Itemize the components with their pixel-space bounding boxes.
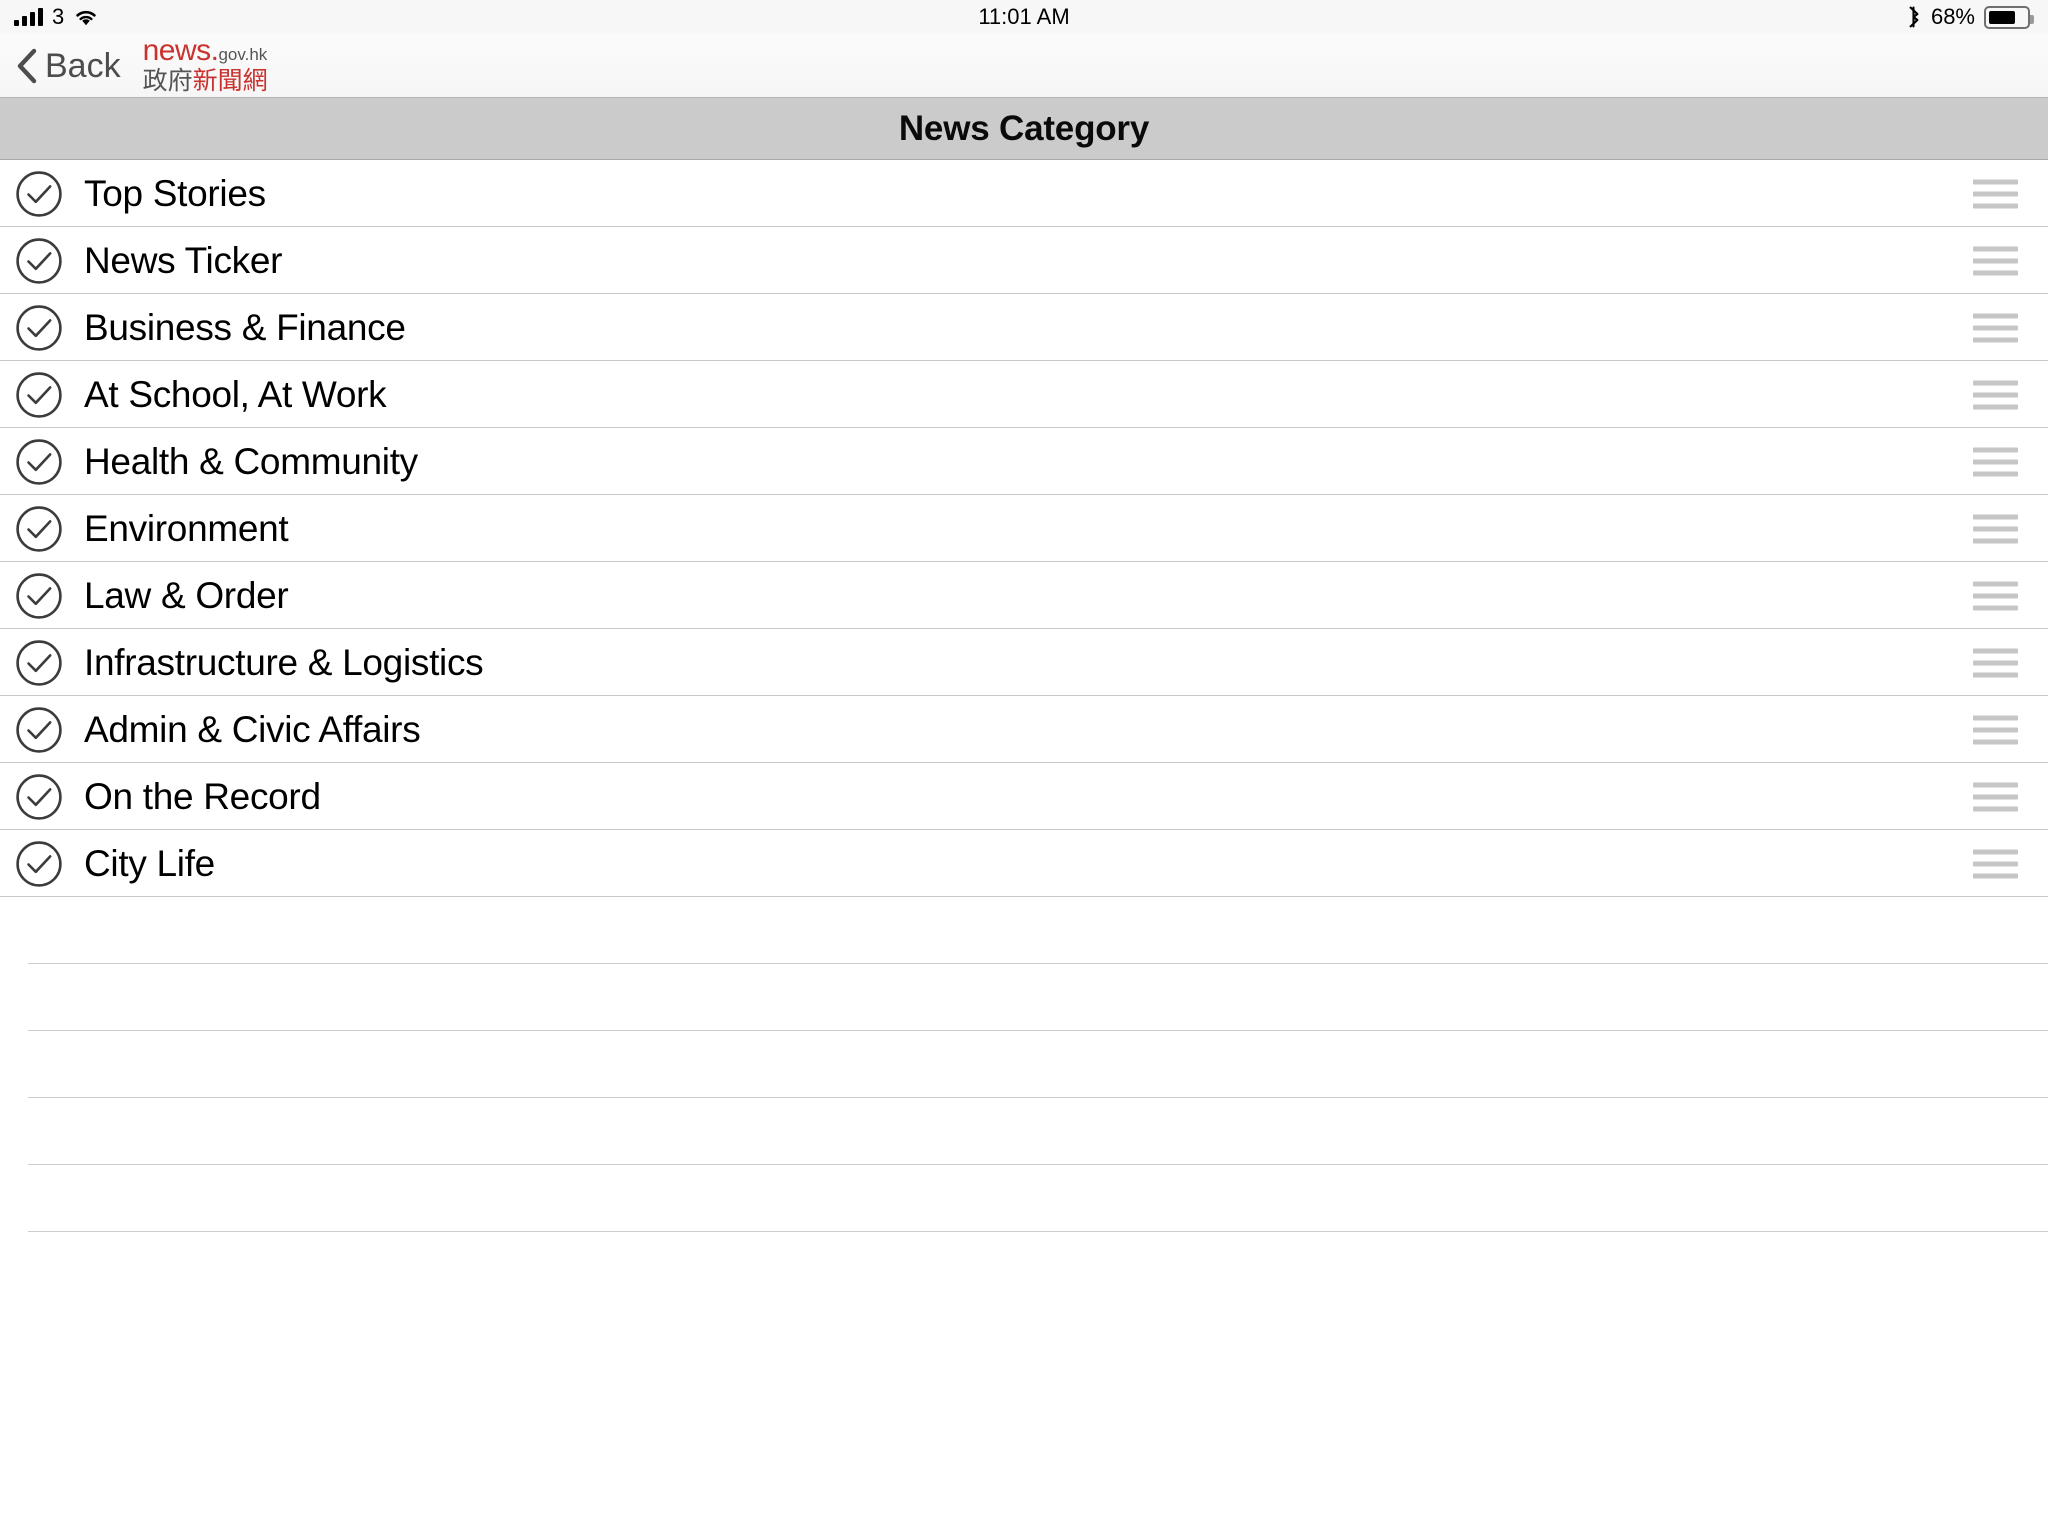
battery-percent-label: 68% — [1930, 4, 1975, 29]
list-item-label: Infrastructure & Logistics — [84, 642, 484, 683]
list-item[interactable]: Infrastructure & Logistics — [0, 629, 2048, 696]
list-item-label: Law & Order — [84, 575, 289, 616]
site-logo-latin: news. gov.hk — [142, 33, 268, 67]
news-category-list: Top Stories News Ticker Business & Finance… — [0, 160, 2048, 1232]
back-button[interactable]: Back — [16, 48, 121, 84]
check-circle-icon[interactable] — [15, 572, 63, 620]
list-item-empty — [0, 964, 2048, 1031]
list-item-label: Business & Finance — [84, 307, 406, 348]
reorder-handle-icon[interactable] — [1973, 514, 2018, 543]
list-item[interactable]: City Life — [0, 830, 2048, 897]
list-item[interactable]: Law & Order — [0, 562, 2048, 629]
status-bar-clock: 11:01 AM — [978, 4, 1070, 29]
check-circle-icon[interactable] — [15, 505, 63, 553]
list-item-label: Top Stories — [84, 173, 266, 214]
list-item-label: At School, At Work — [84, 374, 387, 415]
reorder-handle-icon[interactable] — [1973, 179, 2018, 208]
site-logo-domain: gov.hk — [218, 44, 268, 64]
reorder-handle-icon[interactable] — [1973, 380, 2018, 409]
list-item[interactable]: Admin & Civic Affairs — [0, 696, 2048, 763]
check-circle-icon[interactable] — [15, 304, 63, 352]
bluetooth-icon — [1909, 6, 1919, 28]
check-circle-icon[interactable] — [15, 706, 63, 754]
list-item-label: On the Record — [84, 776, 321, 817]
reorder-handle-icon[interactable] — [1973, 715, 2018, 744]
check-circle-icon[interactable] — [15, 170, 63, 218]
list-item[interactable]: News Ticker — [0, 227, 2048, 294]
list-item[interactable]: On the Record — [0, 763, 2048, 830]
list-item-empty — [0, 1031, 2048, 1098]
list-item[interactable]: Business & Finance — [0, 294, 2048, 361]
reorder-handle-icon[interactable] — [1973, 447, 2018, 476]
list-item-label: Health & Community — [84, 441, 418, 482]
reorder-handle-icon[interactable] — [1973, 648, 2018, 677]
site-logo-name: news. — [142, 33, 219, 67]
list-item-label: Environment — [84, 508, 289, 549]
site-logo: news. gov.hk 政府 新聞網 — [142, 33, 268, 96]
check-circle-icon[interactable] — [15, 639, 63, 687]
list-item[interactable]: Health & Community — [0, 428, 2048, 495]
list-item[interactable]: At School, At Work — [0, 361, 2048, 428]
site-logo-chinese-red: 新聞網 — [192, 66, 268, 95]
list-item-empty — [0, 897, 2048, 964]
reorder-handle-icon[interactable] — [1973, 782, 2018, 811]
list-item[interactable]: Top Stories — [0, 160, 2048, 227]
reorder-handle-icon[interactable] — [1973, 581, 2018, 610]
section-header: News Category — [0, 98, 2048, 160]
list-item[interactable]: Environment — [0, 495, 2048, 562]
status-bar: 3 11:01 AM 68% — [0, 0, 2048, 34]
reorder-handle-icon[interactable] — [1973, 313, 2018, 342]
battery-icon — [1984, 5, 2034, 29]
list-item-empty — [0, 1098, 2048, 1165]
check-circle-icon[interactable] — [15, 773, 63, 821]
back-button-label: Back — [45, 46, 121, 85]
page-title: News Category — [898, 108, 1150, 148]
site-logo-chinese-dark: 政府 — [142, 66, 193, 95]
reorder-handle-icon[interactable] — [1973, 246, 2018, 275]
status-bar-right: 68% — [1905, 0, 2034, 34]
site-logo-chinese: 政府 新聞網 — [142, 66, 268, 95]
check-circle-icon[interactable] — [15, 371, 63, 419]
check-circle-icon[interactable] — [15, 840, 63, 888]
list-item-label: Admin & Civic Affairs — [84, 709, 421, 750]
check-circle-icon[interactable] — [15, 237, 63, 285]
chevron-left-icon — [17, 48, 37, 83]
list-item-empty — [0, 1165, 2048, 1232]
reorder-handle-icon[interactable] — [1973, 849, 2018, 878]
list-item-label: City Life — [84, 843, 215, 884]
navigation-bar: Back news. gov.hk 政府 新聞網 — [0, 34, 2048, 98]
check-circle-icon[interactable] — [15, 438, 63, 486]
list-item-label: News Ticker — [84, 240, 283, 281]
